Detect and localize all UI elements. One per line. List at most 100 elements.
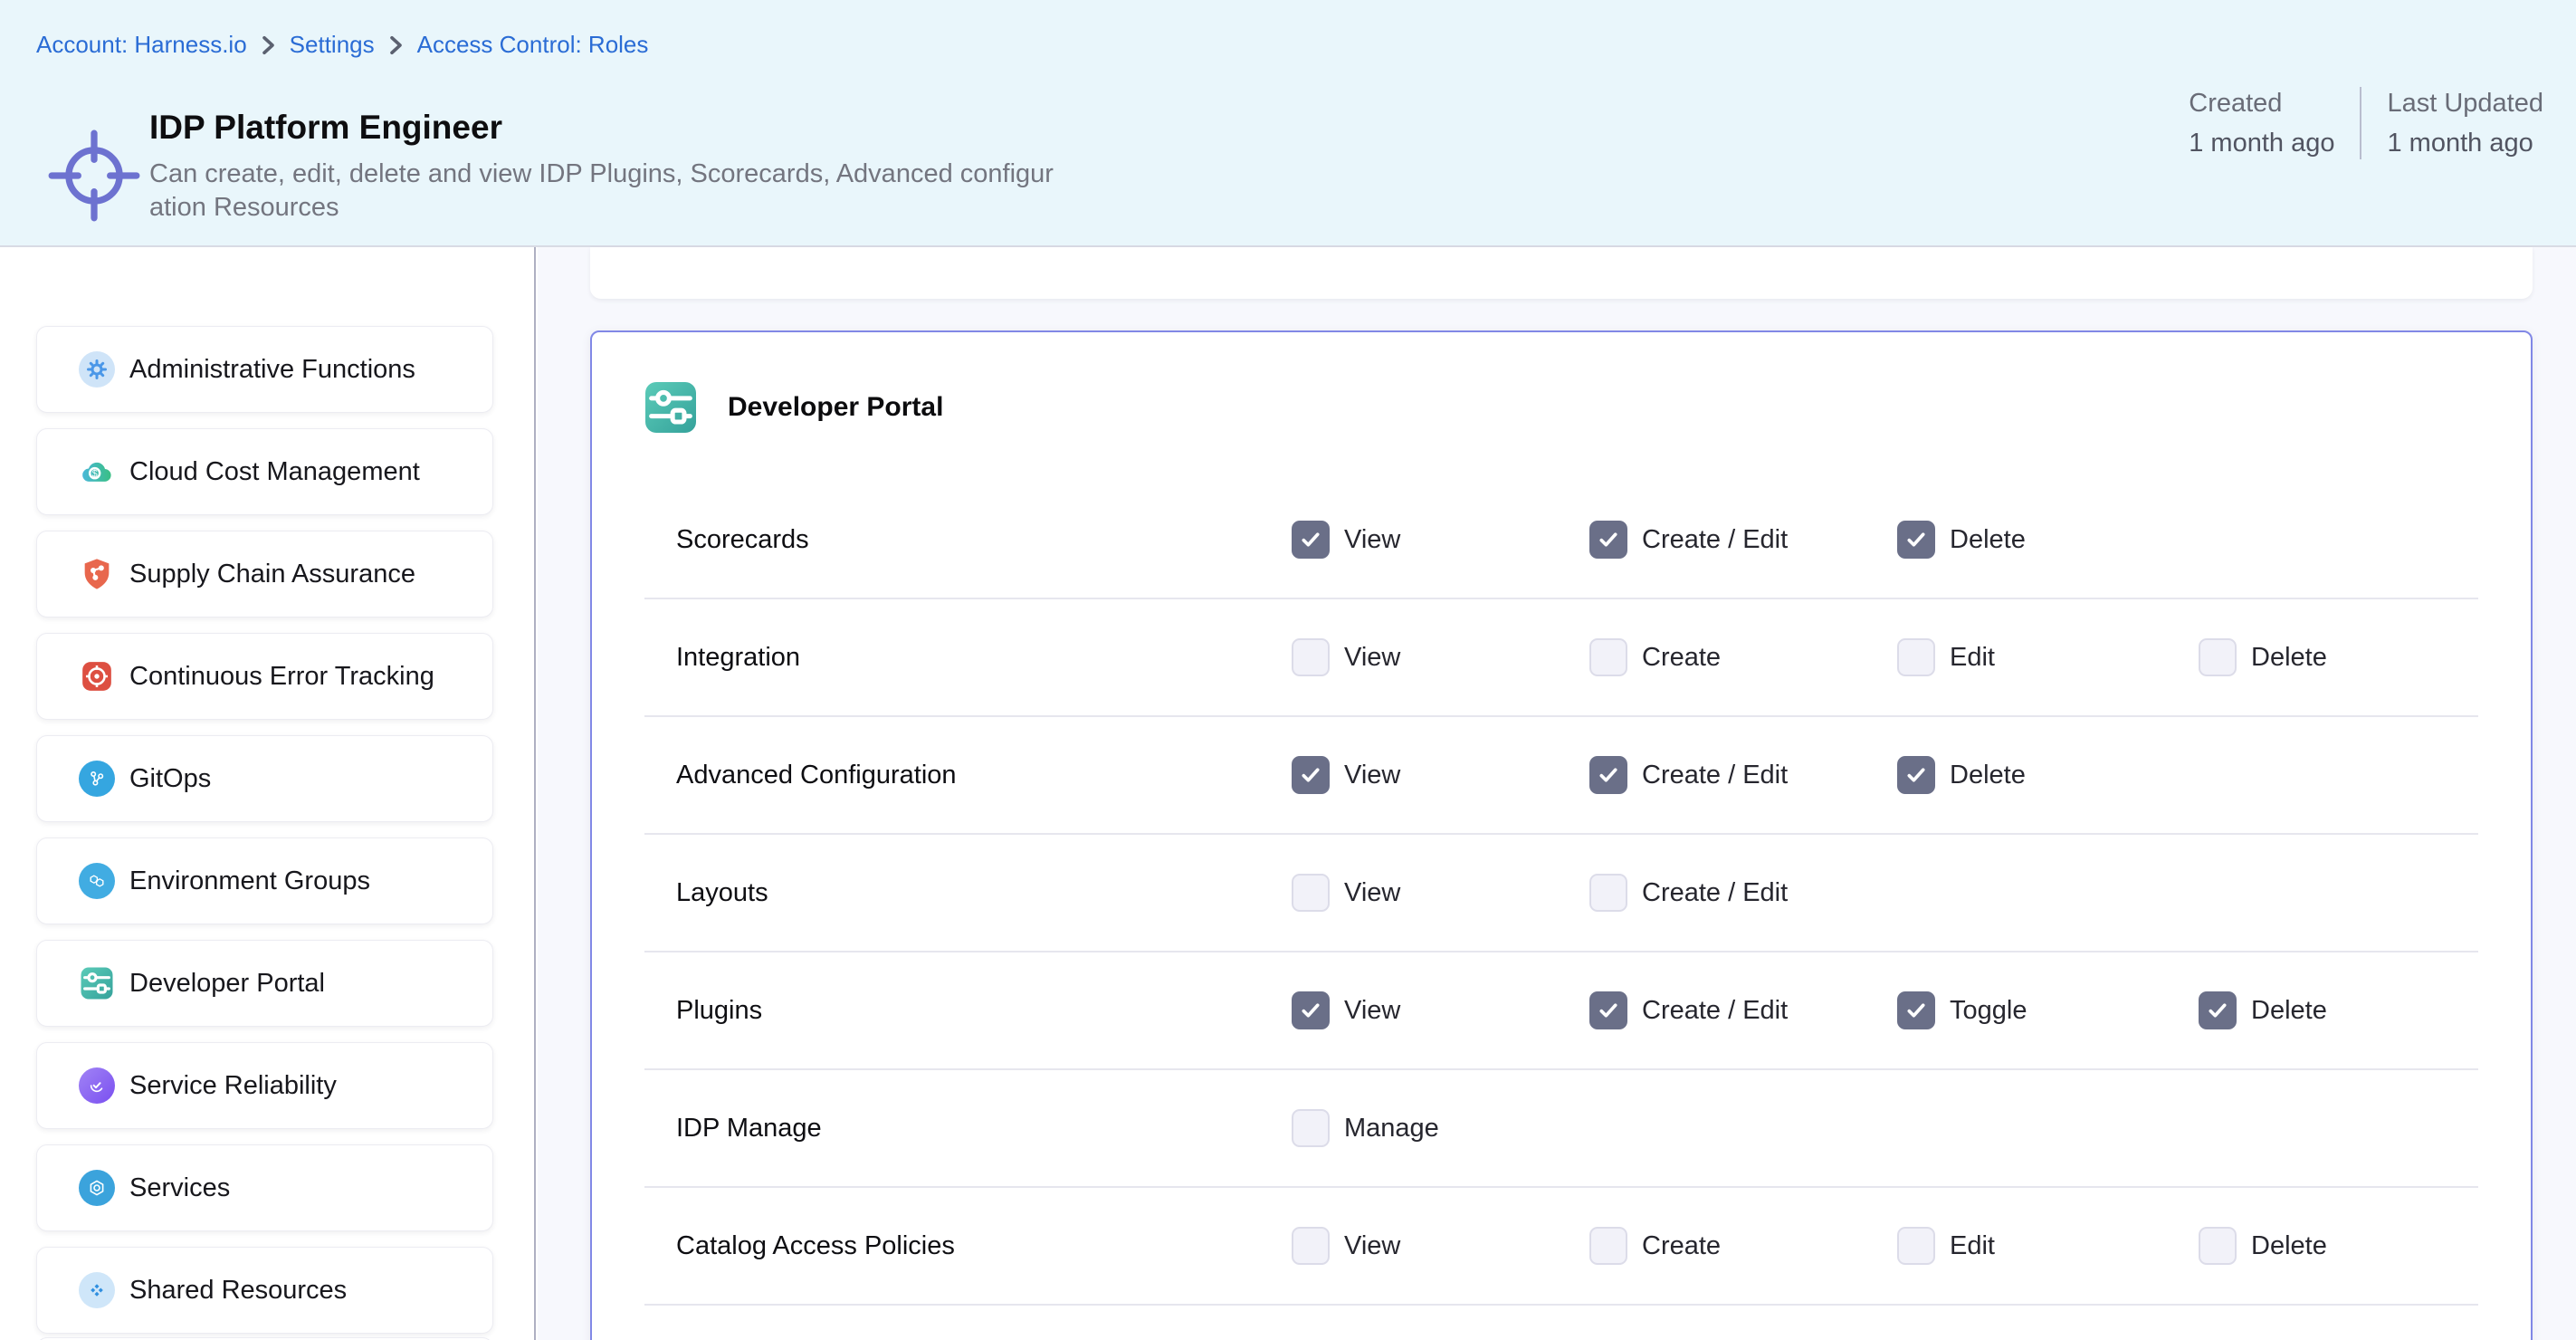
permissions-panel: Developer Portal Scorecards View Create …	[538, 247, 2576, 1340]
checkbox-integration-view[interactable]: View	[1292, 638, 1589, 676]
sidebar-item-label: Services	[129, 1173, 230, 1203]
sidebar-item-label: Shared Resources	[129, 1276, 347, 1306]
created-value: 1 month ago	[2189, 123, 2334, 163]
checkbox[interactable]	[1589, 991, 1627, 1029]
checkbox[interactable]	[1292, 1109, 1330, 1147]
checkbox[interactable]	[1897, 638, 1935, 676]
checkbox-label: Create / Edit	[1642, 761, 1788, 790]
sidebar-item-label: GitOps	[129, 764, 211, 794]
hexagons-icon	[79, 863, 115, 899]
resource-label: Catalog Access Policies	[676, 1231, 1292, 1261]
checkbox-label: View	[1344, 525, 1400, 555]
checkbox[interactable]	[1897, 1227, 1935, 1265]
sliders-icon	[79, 965, 115, 1001]
checkbox[interactable]	[2199, 991, 2237, 1029]
checkbox[interactable]	[1897, 756, 1935, 794]
checkbox[interactable]	[1292, 1227, 1330, 1265]
sidebar-item-label: Administrative Functions	[129, 355, 415, 385]
checkbox[interactable]	[1292, 638, 1330, 676]
checkbox-label: Create / Edit	[1642, 878, 1788, 908]
checkbox-catalog-access-policies-view[interactable]: View	[1292, 1227, 1589, 1265]
sidebar-item-administrative-functions[interactable]: Administrative Functions	[36, 326, 493, 413]
resource-label: IDP Manage	[676, 1114, 1292, 1144]
checkbox-plugins-delete[interactable]: Delete	[2199, 991, 2478, 1029]
checkbox-advanced-configuration-create-edit[interactable]: Create / Edit	[1589, 756, 1897, 794]
chevron-right-icon	[389, 35, 403, 55]
created-meta: Created 1 month ago	[2189, 83, 2334, 163]
checkbox[interactable]	[1897, 521, 1935, 559]
checkbox-integration-create[interactable]: Create	[1589, 638, 1897, 676]
checkbox[interactable]	[1292, 756, 1330, 794]
checkbox-label: Delete	[1950, 761, 2026, 790]
checkbox-layouts-create-edit[interactable]: Create / Edit	[1589, 874, 1897, 912]
checkbox[interactable]	[1589, 521, 1627, 559]
sidebar-item-services[interactable]: Services	[36, 1144, 493, 1231]
permission-row-plugins: Plugins View Create / Edit Toggle Delete	[644, 952, 2478, 1070]
checkbox-label: View	[1344, 996, 1400, 1026]
checkbox[interactable]	[1589, 874, 1627, 912]
updated-meta: Last Updated 1 month ago	[2387, 83, 2543, 163]
breadcrumb-roles-link[interactable]: Access Control: Roles	[417, 31, 649, 59]
target-square-icon	[79, 658, 115, 694]
checkbox[interactable]	[1897, 991, 1935, 1029]
checkbox-scorecards-create-edit[interactable]: Create / Edit	[1589, 521, 1897, 559]
checkbox-scorecards-delete[interactable]: Delete	[1897, 521, 2199, 559]
previous-section-card-partial	[590, 247, 2533, 299]
breadcrumb-account-link[interactable]: Account: Harness.io	[36, 31, 247, 59]
sidebar-item-gitops[interactable]: GitOps	[36, 735, 493, 822]
breadcrumb: Account: Harness.io Settings Access Cont…	[36, 31, 648, 59]
sidebar-item-label: Continuous Error Tracking	[129, 662, 434, 692]
sidebar-item-continuous-error-tracking[interactable]: Continuous Error Tracking	[36, 633, 493, 720]
checkbox[interactable]	[1292, 874, 1330, 912]
sidebar-item-service-reliability[interactable]: Service Reliability	[36, 1042, 493, 1129]
developer-portal-section-card: Developer Portal Scorecards View Create …	[590, 330, 2533, 1340]
checkbox-plugins-create-edit[interactable]: Create / Edit	[1589, 991, 1897, 1029]
checkbox-label: View	[1344, 1231, 1400, 1261]
checkbox[interactable]	[1589, 1227, 1627, 1265]
checkbox[interactable]	[1589, 756, 1627, 794]
checkbox-plugins-toggle[interactable]: Toggle	[1897, 991, 2199, 1029]
checkbox-catalog-access-policies-delete[interactable]: Delete	[2199, 1227, 2478, 1265]
checkbox[interactable]	[1589, 638, 1627, 676]
sidebar-item-supply-chain-assurance[interactable]: Supply Chain Assurance	[36, 531, 493, 617]
checkbox-label: Delete	[2251, 996, 2327, 1026]
permission-row-scorecards: Scorecards View Create / Edit Delete	[644, 482, 2478, 599]
breadcrumb-settings-link[interactable]: Settings	[290, 31, 375, 59]
permission-row-integration: Integration View Create Edit Delete	[644, 599, 2478, 717]
checkbox-catalog-access-policies-create[interactable]: Create	[1589, 1227, 1897, 1265]
checkbox-label: Edit	[1950, 1231, 1995, 1261]
checkbox-layouts-view[interactable]: View	[1292, 874, 1589, 912]
checkbox-catalog-access-policies-edit[interactable]: Edit	[1897, 1227, 2199, 1265]
permission-row-catalog-access-policies: Catalog Access Policies View Create Edit…	[644, 1188, 2478, 1306]
page-header: Account: Harness.io Settings Access Cont…	[0, 0, 2576, 247]
sidebar-item-cloud-cost-management[interactable]: $ Cloud Cost Management	[36, 428, 493, 515]
resource-label: Integration	[676, 643, 1292, 673]
checkbox[interactable]	[1292, 521, 1330, 559]
checkbox[interactable]	[2199, 1227, 2237, 1265]
checkbox-idp-manage[interactable]: Manage	[1292, 1109, 1589, 1147]
checkbox-label: Create	[1642, 643, 1721, 673]
shield-network-icon	[79, 556, 115, 592]
checkbox[interactable]	[2199, 638, 2237, 676]
sidebar-item-developer-portal[interactable]: Developer Portal	[36, 940, 493, 1027]
checkbox-integration-delete[interactable]: Delete	[2199, 638, 2478, 676]
sidebar-item-shared-resources[interactable]: Shared Resources	[36, 1247, 493, 1334]
resource-group-sidebar: Administrative Functions $ Cloud Cost Ma…	[0, 247, 536, 1340]
checkbox-plugins-view[interactable]: View	[1292, 991, 1589, 1029]
sidebar-item-environment-groups[interactable]: Environment Groups	[36, 838, 493, 924]
permission-row-idp-manage: IDP Manage Manage	[644, 1070, 2478, 1188]
checkbox-advanced-configuration-view[interactable]: View	[1292, 756, 1589, 794]
updated-label: Last Updated	[2387, 83, 2543, 123]
checkbox-advanced-configuration-delete[interactable]: Delete	[1897, 756, 2199, 794]
resource-label: Plugins	[676, 996, 1292, 1026]
checkbox-integration-edit[interactable]: Edit	[1897, 638, 2199, 676]
checkbox-scorecards-view[interactable]: View	[1292, 521, 1589, 559]
cloud-dollar-icon: $	[79, 454, 115, 490]
checkbox[interactable]	[1292, 991, 1330, 1029]
resource-label: Scorecards	[676, 525, 1292, 555]
checkbox-label: Create / Edit	[1642, 525, 1788, 555]
page-title: IDP Platform Engineer	[149, 105, 1065, 150]
diamond-grid-icon	[79, 1272, 115, 1308]
sidebar-item-label: Supply Chain Assurance	[129, 560, 415, 589]
hexagon-nut-icon	[79, 1170, 115, 1206]
